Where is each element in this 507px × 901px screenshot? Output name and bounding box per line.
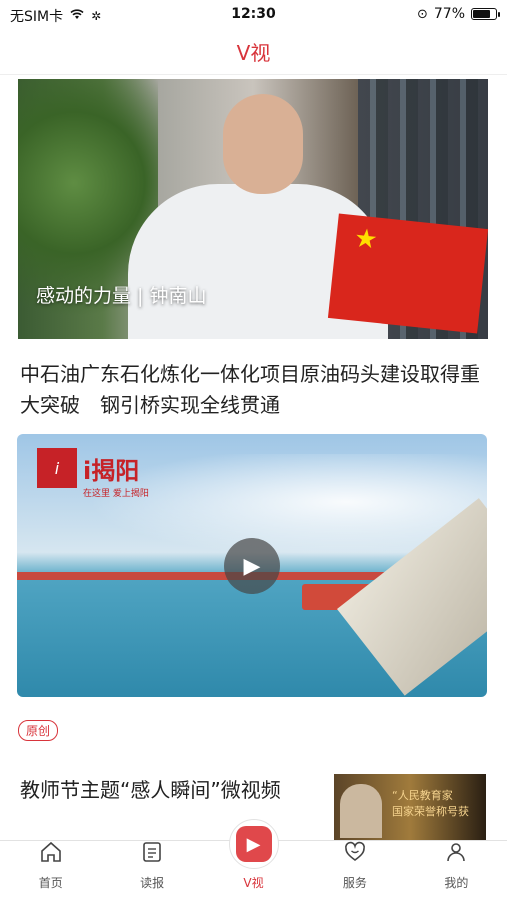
star-icon: ★: [352, 223, 380, 256]
smile-heart-icon: [343, 840, 367, 870]
tab-services[interactable]: 服务: [304, 841, 405, 901]
battery-percent: 77%: [433, 6, 465, 22]
video-logo: i i揭阳 在这里 爱上揭阳: [37, 448, 149, 499]
video-thumbnail[interactable]: i i揭阳 在这里 爱上揭阳 ▶: [17, 434, 487, 697]
status-right: ⊙ 77%: [416, 6, 500, 22]
tab-label: V视: [243, 876, 264, 890]
play-icon: ▶: [243, 553, 261, 579]
video-tab-button[interactable]: ▶: [228, 819, 279, 869]
logo-slogan: 在这里 爱上揭阳: [83, 489, 149, 499]
home-icon: [39, 840, 63, 870]
hero-video-card[interactable]: ★ 感动的力量 | 钟南山: [18, 79, 488, 339]
tab-label: 服务: [342, 876, 367, 890]
tab-me[interactable]: 我的: [406, 841, 507, 901]
nav-bar: V视: [0, 28, 507, 75]
status-bar: 无SIM卡 ✲ 12:30 ⊙ 77%: [0, 0, 507, 28]
tab-home[interactable]: 首页: [0, 841, 101, 901]
thumbnail-text-line2: 国家荣誉称号获: [392, 805, 469, 818]
thumbnail-text-line1: “人民教育家: [392, 789, 453, 802]
original-badge: 原创: [18, 720, 59, 741]
article-thumbnail[interactable]: “人民教育家 国家荣誉称号获: [334, 774, 486, 840]
tab-label: 我的: [444, 876, 469, 890]
thumbnail-portrait: [340, 784, 382, 838]
tab-bar: 首页 读报 ▶ V视 服务 我的: [0, 819, 507, 901]
logo-badge: i: [37, 448, 77, 488]
person-icon: [444, 840, 468, 870]
thumbnail-text: “人民教育家 国家荣誉称号获: [392, 788, 469, 820]
battery-icon: [471, 8, 500, 20]
article-title[interactable]: 中石油广东石化炼化一体化项目原油码头建设取得重大突破 钢引桥实现全线贯通: [20, 359, 490, 421]
tab-video[interactable]: ▶ V视: [203, 819, 304, 901]
logo-name: i揭阳: [83, 456, 140, 485]
hero-face-shape: [223, 94, 303, 194]
page-title: V视: [236, 40, 271, 65]
feed-list[interactable]: ★ 感动的力量 | 钟南山 中石油广东石化炼化一体化项目原油码头建设取得重大突破…: [0, 74, 507, 840]
newspaper-icon: [140, 840, 164, 870]
play-button[interactable]: ▶: [224, 538, 280, 594]
orientation-lock-icon: ⊙: [416, 6, 428, 22]
tab-newspaper[interactable]: 读报: [101, 841, 202, 901]
video-icon: ▶: [235, 826, 272, 862]
article-title-2[interactable]: 教师节主题“感人瞬间”微视频: [20, 774, 281, 803]
tab-label: 首页: [38, 876, 63, 890]
tab-label: 读报: [140, 876, 165, 890]
hero-caption: 感动的力量 | 钟南山: [36, 285, 207, 307]
flag-image: ★: [327, 213, 488, 334]
